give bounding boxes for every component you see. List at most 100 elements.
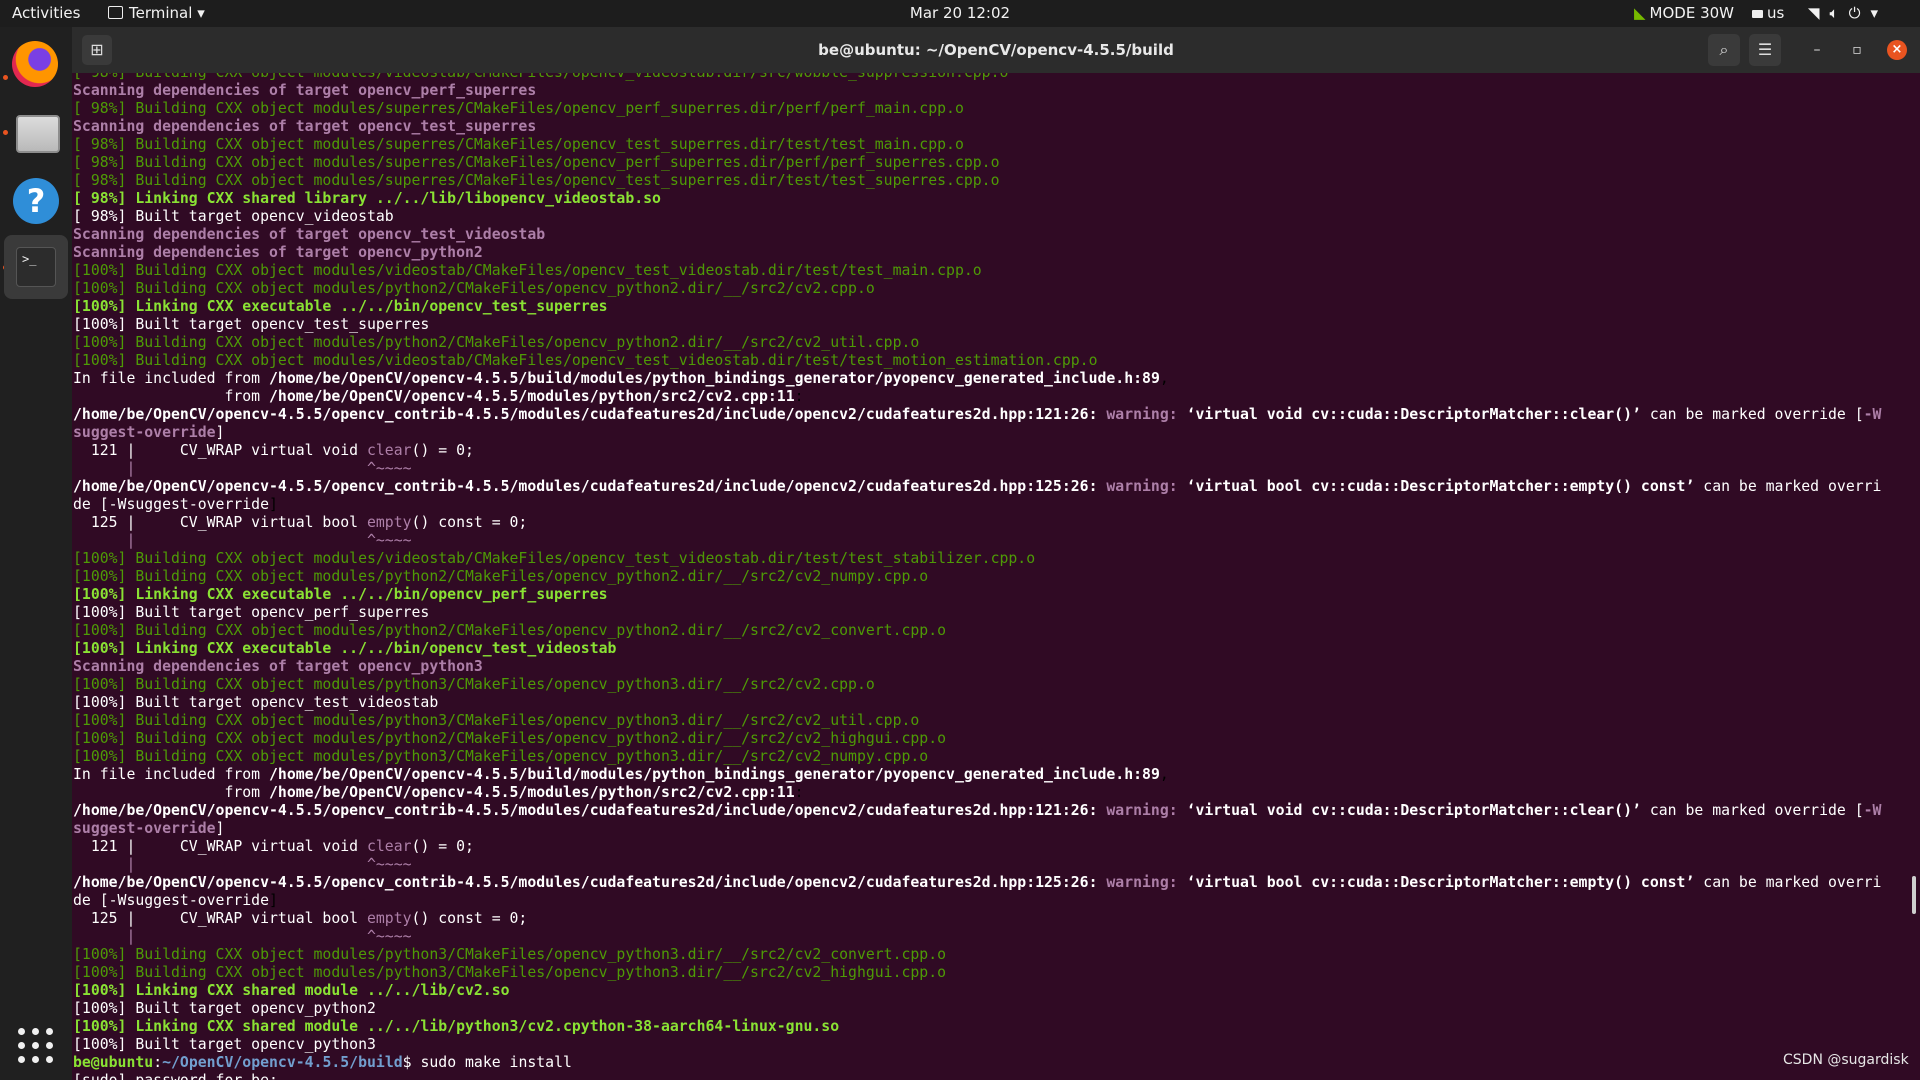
terminal-line: Scanning dependencies of target opencv_p… — [73, 82, 537, 99]
clock[interactable]: Mar 20 12:02 — [0, 0, 1920, 27]
include-p3: , — [1159, 766, 1169, 783]
warning-p4: can be marked overri — [1694, 478, 1882, 495]
maximize-button[interactable]: ▫ — [1842, 34, 1872, 66]
warning-p4: can be marked override [ — [1640, 802, 1864, 819]
terminal-line: [100%] Building CXX object modules/pytho… — [73, 676, 875, 693]
source-suffix: () = 0; — [411, 442, 474, 459]
terminal-line: | ^~~~~ — [72, 928, 1912, 946]
terminal-line: de [-Wsuggest-override] — [72, 892, 1912, 910]
hamburger-menu-button[interactable]: ☰ — [1749, 34, 1781, 66]
window-title: be@ubuntu: ~/OpenCV/opencv-4.5.5/build — [818, 41, 1174, 59]
terminal-line: de [-Wsuggest-override] — [72, 496, 1912, 514]
warning-p5: -W — [1863, 802, 1882, 819]
terminal-line: [100%] Built target opencv_python3 — [73, 1036, 376, 1053]
scrollbar-thumb[interactable] — [1912, 876, 1916, 914]
terminal-line: [ 98%] Built target opencv_videostab — [73, 208, 394, 225]
warning-p3: ‘virtual bool cv::cuda::DescriptorMatche… — [1186, 478, 1695, 495]
terminal-line: [100%] Building CXX object modules/pytho… — [73, 964, 947, 981]
terminal-line: [ 98%] Building CXX object modules/super… — [73, 154, 1000, 171]
source-highlight: empty — [366, 910, 412, 927]
source-suffix: () const = 0; — [411, 910, 528, 927]
caret-marker: ^~~~~ — [366, 460, 412, 477]
terminal-line: 121 | CV_WRAP virtual void clear() = 0; — [72, 442, 1912, 460]
terminal-line: | ^~~~~ — [72, 532, 1912, 550]
terminal-line: /home/be/OpenCV/opencv-4.5.5/opencv_cont… — [72, 802, 1912, 820]
terminal-line: Scanning dependencies of target opencv_p… — [73, 244, 483, 261]
keyboard-layout-indicator[interactable]: us — [1752, 0, 1784, 27]
system-tray[interactable]: ◥ 🔈︎ ⏻ ▾ — [1808, 0, 1888, 27]
terminal-line: [100%] Built target opencv_python2 — [73, 1000, 376, 1017]
show-applications-button[interactable] — [18, 1028, 54, 1064]
terminal-icon — [108, 6, 123, 19]
include-p1: from — [73, 388, 269, 405]
terminal-line: [sudo] password for be: — [72, 1072, 1912, 1080]
terminal-line: [100%] Building CXX object modules/pytho… — [73, 568, 929, 585]
dock: ? >_ — [0, 27, 72, 1080]
warning-cont-p2: ] — [215, 820, 225, 837]
power-mode-indicator[interactable]: ◣ MODE 30W — [1634, 0, 1734, 27]
warning-p3: ‘virtual void cv::cuda::DescriptorMatche… — [1186, 406, 1641, 423]
terminal-line: [100%] Building CXX object modules/pytho… — [73, 748, 929, 765]
warning-p2: warning: — [1106, 406, 1187, 423]
firefox-icon — [12, 41, 58, 87]
terminal-line: [100%] Built target opencv_test_videosta… — [73, 694, 439, 711]
include-p2: /home/be/OpenCV/opencv-4.5.5/modules/pyt… — [269, 784, 795, 801]
terminal-line: 125 | CV_WRAP virtual bool empty() const… — [72, 514, 1912, 532]
caret-prefix: | — [73, 532, 367, 549]
prompt-command: sudo make install — [420, 1054, 572, 1071]
prompt-directory: ~/OpenCV/opencv-4.5.5/build — [162, 1054, 403, 1071]
folder-icon — [16, 115, 60, 153]
dock-firefox[interactable] — [8, 37, 64, 93]
terminal-line: | ^~~~~ — [72, 856, 1912, 874]
window-titlebar[interactable]: ⊞ be@ubuntu: ~/OpenCV/opencv-4.5.5/build… — [72, 27, 1920, 73]
terminal-line: Scanning dependencies of target opencv_p… — [73, 658, 483, 675]
source-highlight: clear — [366, 838, 412, 855]
warning-p1: /home/be/OpenCV/opencv-4.5.5/opencv_cont… — [73, 406, 1107, 423]
terminal-line: [100%] Linking CXX shared module ../../l… — [73, 982, 510, 999]
terminal-line: [100%] Building CXX object modules/pytho… — [73, 622, 947, 639]
terminal-line: [100%] Building CXX object modules/pytho… — [73, 946, 947, 963]
minimize-button[interactable]: – — [1802, 34, 1832, 66]
include-p2: /home/be/OpenCV/opencv-4.5.5/build/modul… — [269, 370, 1160, 387]
app-menu-terminal[interactable]: Terminal ▾ — [108, 0, 205, 27]
warning-p1: /home/be/OpenCV/opencv-4.5.5/opencv_cont… — [73, 478, 1107, 495]
app-menu-label: Terminal — [129, 4, 193, 22]
terminal-line: [ 98%] Building CXX object modules/video… — [72, 73, 1912, 82]
warning-cont-p2: de [ — [73, 892, 109, 909]
caret-prefix: | — [73, 856, 367, 873]
source-suffix: () = 0; — [411, 838, 474, 855]
terminal-output[interactable]: [ 98%] Building CXX object modules/video… — [72, 73, 1912, 1080]
new-tab-button[interactable]: ⊞ — [82, 35, 112, 65]
terminal-line: [ 98%] Building CXX object modules/super… — [73, 100, 964, 117]
terminal-line: In file included from /home/be/OpenCV/op… — [72, 370, 1912, 388]
terminal-line: [100%] Building CXX object modules/pytho… — [73, 712, 920, 729]
prompt-sign: $ — [402, 1054, 421, 1071]
warning-p4: can be marked overri — [1694, 874, 1882, 891]
warning-cont-p3: -Wsuggest-override — [108, 496, 269, 513]
warning-p4: can be marked override [ — [1640, 406, 1864, 423]
search-button[interactable]: ⌕ — [1708, 34, 1740, 66]
warning-cont-p4: ] — [269, 496, 278, 513]
include-p1: In file included from — [73, 370, 269, 387]
terminal-line: [100%] Building CXX object modules/pytho… — [73, 730, 947, 747]
terminal-line: [100%] Linking CXX executable ../../bin/… — [73, 298, 608, 315]
terminal-line: from /home/be/OpenCV/opencv-4.5.5/module… — [72, 784, 1912, 802]
terminal-line: 125 | CV_WRAP virtual bool empty() const… — [72, 910, 1912, 928]
warning-p2: warning: — [1106, 874, 1187, 891]
dock-files[interactable] — [8, 105, 64, 161]
terminal-line: [100%] Building CXX object modules/video… — [73, 352, 1098, 369]
close-button[interactable]: × — [1887, 40, 1907, 60]
include-p1: In file included from — [73, 766, 269, 783]
source-suffix: () const = 0; — [411, 514, 528, 531]
source-prefix: 125 | CV_WRAP virtual bool — [73, 910, 367, 927]
terminal-line: /home/be/OpenCV/opencv-4.5.5/opencv_cont… — [72, 478, 1912, 496]
warning-p1: /home/be/OpenCV/opencv-4.5.5/opencv_cont… — [73, 802, 1107, 819]
activities-button[interactable]: Activities — [12, 0, 80, 27]
warning-p2: warning: — [1106, 478, 1187, 495]
dock-help[interactable]: ? — [8, 173, 64, 229]
caret-prefix: | — [73, 928, 367, 945]
volume-icon: 🔈︎ — [1829, 4, 1839, 22]
top-bar: Activities Terminal ▾ Mar 20 12:02 ◣ MODE… — [0, 0, 1920, 27]
dock-terminal[interactable]: >_ — [4, 235, 68, 299]
terminal-line: 121 | CV_WRAP virtual void clear() = 0; — [72, 838, 1912, 856]
